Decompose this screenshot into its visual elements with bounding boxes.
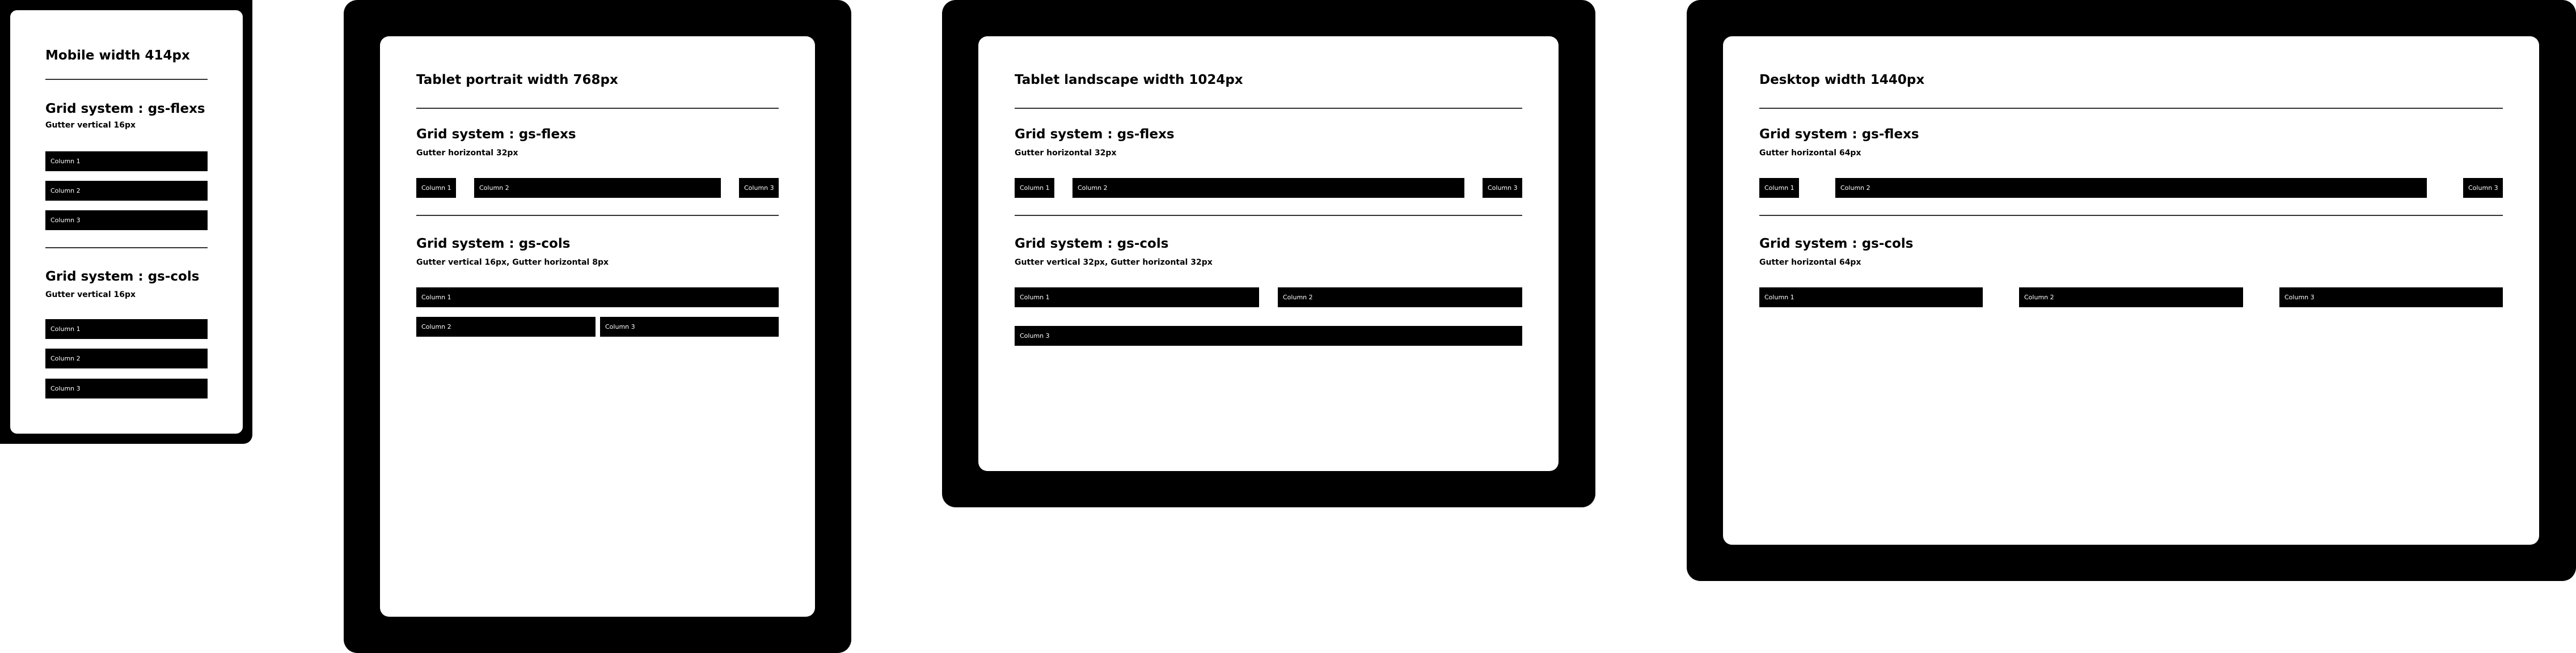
mobile-divider-1 [45, 79, 208, 80]
tablet-portrait-flex-column-2: Column 2 [474, 178, 721, 198]
tablet-landscape-title: Tablet landscape width 1024px [1015, 73, 1243, 87]
tablet-landscape-flex-column-1: Column 1 [1015, 178, 1054, 198]
tablet-landscape-divider-2 [1015, 215, 1522, 216]
desktop-cols-heading: Grid system : gs-cols [1759, 236, 1914, 251]
tablet-portrait-cols-column-2: Column 2 [416, 317, 596, 337]
mobile-flex-gutter: Gutter vertical 16px [45, 121, 136, 130]
tablet-portrait-flex-gutter: Gutter horizontal 32px [416, 149, 518, 158]
tablet-landscape-cols-gutter: Gutter vertical 32px, Gutter horizontal … [1015, 258, 1213, 267]
desktop-flex-column-3: Column 3 [2463, 178, 2503, 198]
mobile-flex-column-2: Column 2 [45, 181, 208, 201]
tablet-landscape-cols-column-1: Column 1 [1015, 287, 1259, 307]
mobile-screen: Mobile width 414px Grid system : gs-flex… [10, 10, 243, 434]
tablet-portrait-title: Tablet portrait width 768px [416, 73, 618, 87]
tablet-landscape-screen: Tablet landscape width 1024px Grid syste… [978, 36, 1559, 471]
tablet-portrait-flex-heading: Grid system : gs-flexs [416, 127, 576, 142]
tablet-landscape-flex-column-3: Column 3 [1483, 178, 1522, 198]
mobile-cols-column-3: Column 3 [45, 379, 208, 398]
tablet-landscape-flex-heading: Grid system : gs-flexs [1015, 127, 1175, 142]
mobile-flex-heading: Grid system : gs-flexs [45, 101, 205, 116]
desktop-cols-gutter: Gutter horizontal 64px [1759, 258, 1861, 267]
tablet-landscape-device-frame: Tablet landscape width 1024px Grid syste… [942, 0, 1595, 507]
desktop-divider-2 [1759, 215, 2503, 216]
tablet-portrait-flex-column-3: Column 3 [739, 178, 779, 198]
tablet-portrait-cols-heading: Grid system : gs-cols [416, 236, 571, 251]
mobile-title: Mobile width 414px [45, 48, 190, 63]
tablet-portrait-cols-gutter: Gutter vertical 16px, Gutter horizontal … [416, 258, 609, 267]
tablet-landscape-flex-column-2: Column 2 [1072, 178, 1464, 198]
tablet-landscape-divider-1 [1015, 108, 1522, 109]
desktop-flex-heading: Grid system : gs-flexs [1759, 127, 1919, 142]
tablet-portrait-cols-column-3: Column 3 [600, 317, 779, 337]
tablet-portrait-cols-column-1: Column 1 [416, 287, 779, 307]
tablet-landscape-cols-column-3: Column 3 [1015, 326, 1522, 346]
tablet-landscape-cols-heading: Grid system : gs-cols [1015, 236, 1169, 251]
tablet-landscape-cols-column-2: Column 2 [1278, 287, 1522, 307]
desktop-flex-gutter: Gutter horizontal 64px [1759, 149, 1861, 158]
mobile-device-frame: Mobile width 414px Grid system : gs-flex… [0, 0, 252, 444]
tablet-portrait-flex-column-1: Column 1 [416, 178, 456, 198]
tablet-portrait-device-frame: Tablet portrait width 768px Grid system … [344, 0, 851, 653]
mobile-cols-column-1: Column 1 [45, 319, 208, 339]
mobile-cols-column-2: Column 2 [45, 349, 208, 368]
tablet-portrait-divider-1 [416, 108, 779, 109]
desktop-screen: Desktop width 1440px Grid system : gs-fl… [1723, 36, 2539, 545]
desktop-cols-column-1: Column 1 [1759, 287, 1983, 307]
mobile-cols-heading: Grid system : gs-cols [45, 269, 200, 284]
tablet-portrait-divider-2 [416, 215, 779, 216]
mobile-flex-column-3: Column 3 [45, 210, 208, 230]
desktop-cols-column-2: Column 2 [2019, 287, 2243, 307]
desktop-divider-1 [1759, 108, 2503, 109]
desktop-title: Desktop width 1440px [1759, 73, 1925, 87]
mobile-flex-column-1: Column 1 [45, 151, 208, 171]
desktop-device-frame: Desktop width 1440px Grid system : gs-fl… [1687, 0, 2576, 581]
desktop-flex-column-2: Column 2 [1835, 178, 2427, 198]
mobile-divider-2 [45, 247, 208, 248]
mobile-cols-gutter: Gutter vertical 16px [45, 290, 136, 299]
desktop-cols-column-3: Column 3 [2279, 287, 2503, 307]
desktop-flex-column-1: Column 1 [1759, 178, 1799, 198]
tablet-landscape-flex-gutter: Gutter horizontal 32px [1015, 149, 1117, 158]
tablet-portrait-screen: Tablet portrait width 768px Grid system … [380, 36, 815, 617]
